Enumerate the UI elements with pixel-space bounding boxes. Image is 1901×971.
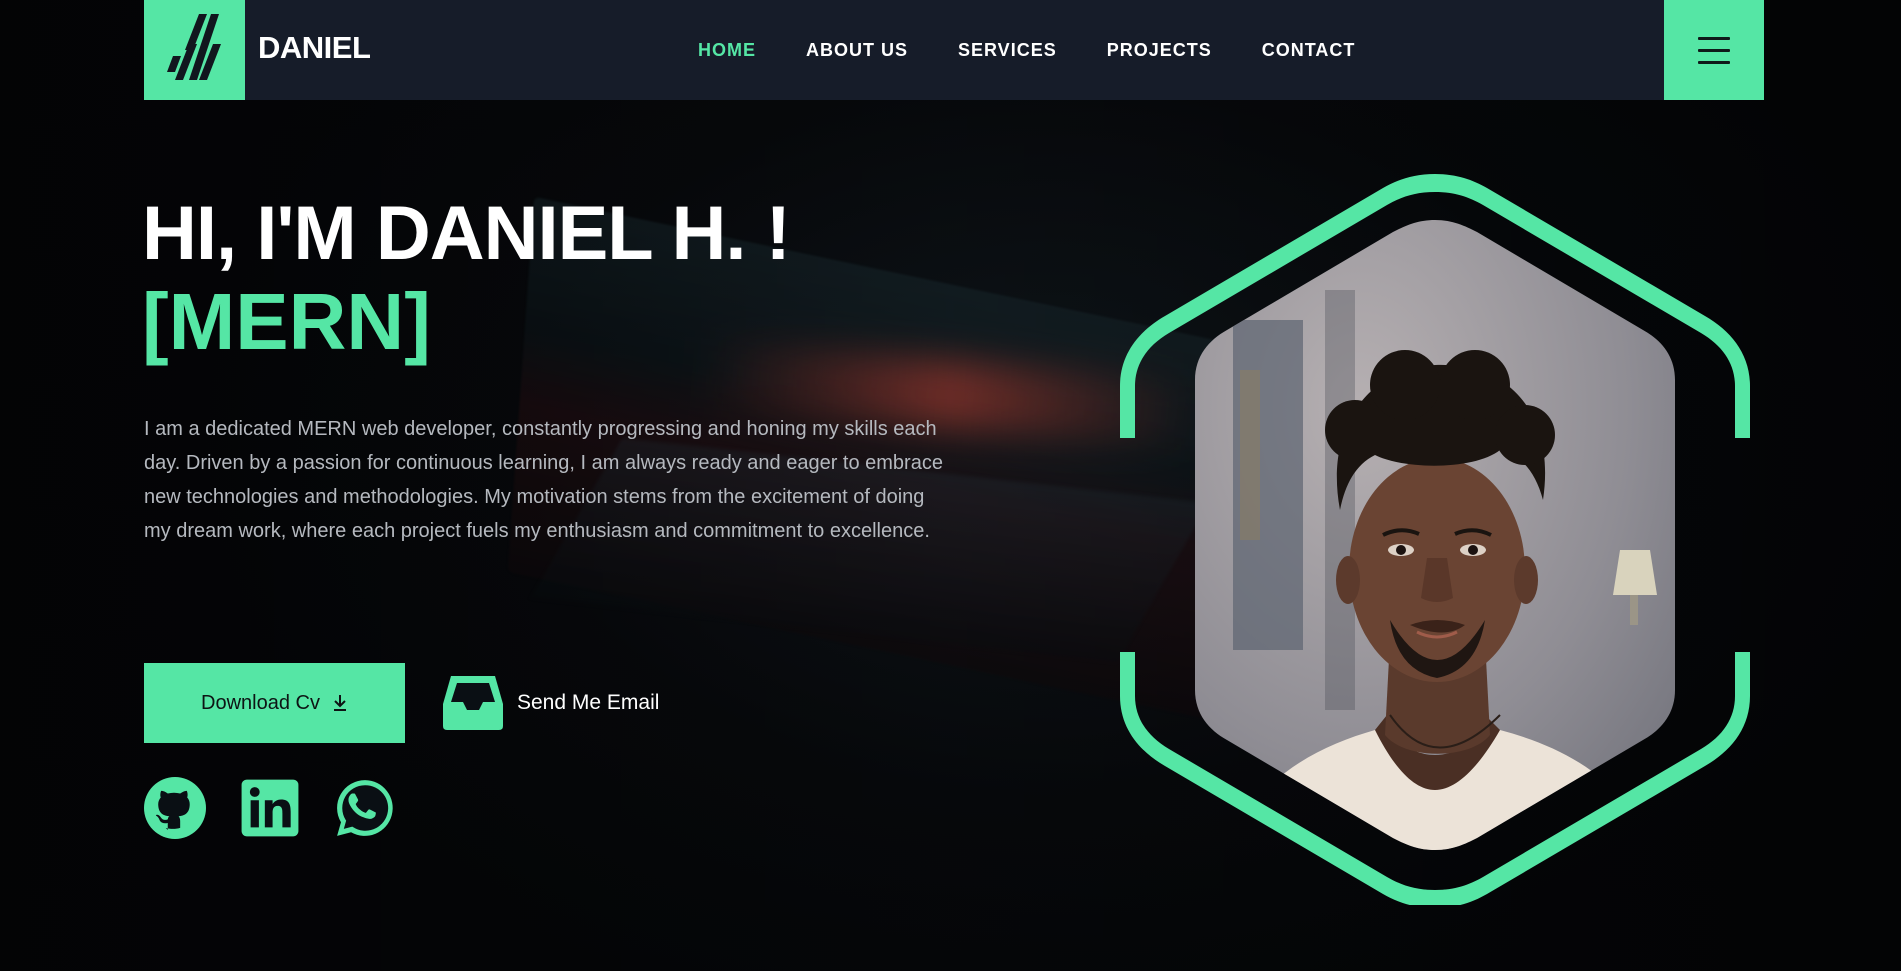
github-icon[interactable] — [144, 777, 206, 839]
download-cv-button[interactable]: Download Cv — [144, 663, 405, 743]
portrait-photo — [1195, 220, 1675, 850]
profile-portrait — [1105, 170, 1765, 908]
main-nav: HOME ABOUT US SERVICES PROJECTS CONTACT — [698, 0, 1405, 100]
hamburger-menu-button[interactable] — [1664, 0, 1764, 100]
nav-home[interactable]: HOME — [698, 40, 756, 61]
send-email-link[interactable]: Send Me Email — [441, 672, 659, 734]
nav-contact[interactable]: CONTACT — [1262, 40, 1356, 61]
hero-description: I am a dedicated MERN web developer, con… — [144, 418, 943, 542]
brand-name[interactable]: DANIEL — [258, 30, 371, 66]
linkedin-icon[interactable] — [239, 777, 301, 839]
slashes-logo-icon — [166, 14, 221, 80]
nav-projects[interactable]: PROJECTS — [1107, 40, 1212, 61]
nav-services[interactable]: SERVICES — [958, 40, 1057, 61]
download-cv-label: Download Cv — [201, 691, 320, 714]
nav-about-us[interactable]: ABOUT US — [806, 40, 908, 61]
whatsapp-icon[interactable] — [334, 777, 396, 839]
hero-subtitle: [MERN] — [142, 277, 431, 366]
logo[interactable] — [144, 0, 245, 100]
site-header: DANIEL HOME ABOUT US SERVICES PROJECTS C… — [144, 0, 1764, 100]
download-icon — [333, 695, 346, 711]
hamburger-menu-icon — [1698, 36, 1730, 40]
hero-title: HI, I'M DANIEL H. ! — [142, 191, 791, 276]
inbox-icon — [443, 676, 503, 730]
send-email-label: Send Me Email — [517, 691, 660, 714]
social-links — [144, 777, 396, 839]
